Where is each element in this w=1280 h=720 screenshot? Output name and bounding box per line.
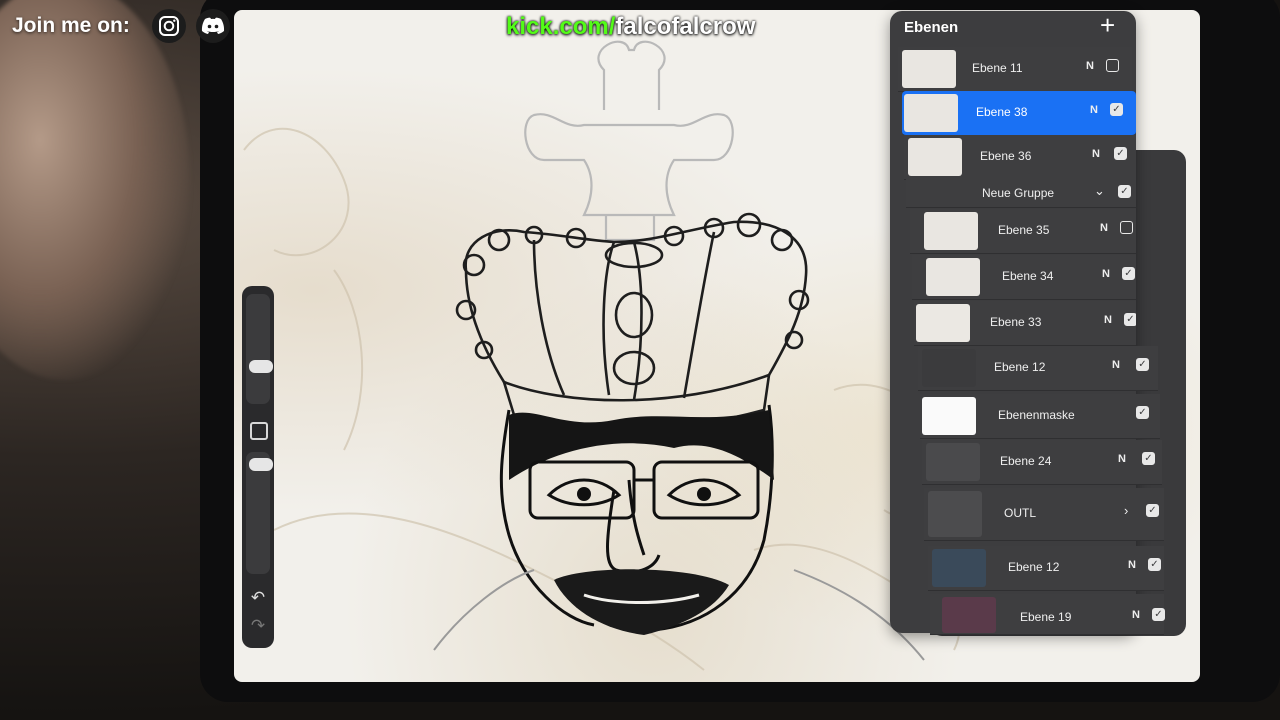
layer-group-row[interactable]: OUTL › ✓ xyxy=(924,488,1164,541)
layers-panel-lower: Ebene 12 N ✓ Ebenenmaske ✓ Ebene 24 N ✓ … xyxy=(914,344,1165,635)
opacity-slider[interactable] xyxy=(246,452,273,574)
blend-mode[interactable]: N xyxy=(1112,359,1120,371)
layer-name: Ebene 11 xyxy=(972,61,1023,75)
blend-mode[interactable]: N xyxy=(1102,268,1110,280)
modify-button[interactable] xyxy=(250,422,268,440)
layer-name: Ebenenmaske xyxy=(998,408,1075,422)
layer-name: Ebene 38 xyxy=(976,105,1028,119)
layer-row[interactable]: Ebene 11 N xyxy=(898,47,1132,92)
layers-panel-title: Ebenen xyxy=(904,19,959,36)
layer-thumbnail xyxy=(904,94,958,132)
visibility-checkbox[interactable] xyxy=(1120,221,1133,234)
visibility-checkbox[interactable]: ✓ xyxy=(1136,358,1149,371)
layer-name: Ebene 34 xyxy=(1002,269,1054,283)
layer-thumbnail xyxy=(924,212,978,250)
opacity-thumb[interactable] xyxy=(249,458,273,471)
visibility-checkbox[interactable]: ✓ xyxy=(1124,313,1136,326)
layer-row-selected[interactable]: Ebene 38 N ✓ xyxy=(902,91,1136,136)
layer-row[interactable]: Ebene 35 N xyxy=(910,209,1136,254)
visibility-checkbox[interactable]: ✓ xyxy=(1148,558,1161,571)
layer-thumbnail xyxy=(902,50,956,88)
layer-thumbnail xyxy=(922,349,976,387)
layer-thumbnail xyxy=(942,597,996,633)
layer-name: Ebene 35 xyxy=(998,223,1050,237)
visibility-checkbox[interactable]: ✓ xyxy=(1122,267,1135,280)
undo-icon[interactable]: ↶ xyxy=(248,588,268,608)
layer-row[interactable]: Ebene 12 N ✓ xyxy=(928,546,1164,591)
layer-row[interactable]: Ebene 24 N ✓ xyxy=(922,440,1162,485)
visibility-checkbox[interactable]: ✓ xyxy=(1118,185,1131,198)
layer-thumbnail xyxy=(926,258,980,296)
layer-row[interactable]: Ebene 34 N ✓ xyxy=(912,255,1136,300)
visibility-checkbox[interactable]: ✓ xyxy=(1114,147,1127,160)
layer-thumbnail xyxy=(916,304,970,342)
visibility-checkbox[interactable]: ✓ xyxy=(1142,452,1155,465)
group-name: OUTL xyxy=(1004,506,1037,520)
visibility-checkbox[interactable]: ✓ xyxy=(1146,504,1159,517)
add-layer-icon[interactable]: + xyxy=(1100,11,1115,39)
kick-domain: kick.com/ xyxy=(506,13,616,40)
join-me-text: Join me on: xyxy=(12,14,130,37)
visibility-checkbox[interactable] xyxy=(1106,59,1119,72)
chevron-down-icon[interactable]: ⌄ xyxy=(1094,183,1105,199)
kick-channel-link: kick.com/falcofalcrow xyxy=(506,13,755,41)
visibility-checkbox[interactable]: ✓ xyxy=(1152,608,1165,621)
layer-thumbnail xyxy=(922,397,976,435)
blend-mode[interactable]: N xyxy=(1086,60,1094,72)
layer-row[interactable]: Ebene 12 N ✓ xyxy=(918,346,1158,391)
blend-mode[interactable]: N xyxy=(1092,148,1100,160)
blend-mode[interactable]: N xyxy=(1128,559,1136,571)
redo-icon[interactable]: ↷ xyxy=(248,616,268,636)
layer-name: Ebene 19 xyxy=(1020,610,1072,624)
side-toolbar: ↶ ↷ xyxy=(242,286,274,648)
layer-thumbnail xyxy=(932,549,986,587)
layer-name: Ebene 12 xyxy=(994,360,1046,374)
layer-row[interactable]: Ebene 33 N ✓ xyxy=(914,301,1136,346)
instagram-icon xyxy=(152,9,186,43)
layer-name: Ebene 12 xyxy=(1008,560,1060,574)
group-thumbnail xyxy=(928,491,982,537)
blend-mode[interactable]: N xyxy=(1104,314,1112,326)
group-name: Neue Gruppe xyxy=(982,186,1055,200)
blend-mode[interactable]: N xyxy=(1090,104,1098,116)
layer-group-row[interactable]: Neue Gruppe ⌄ ✓ xyxy=(906,179,1136,208)
layer-thumbnail xyxy=(908,138,962,176)
layer-name: Ebene 36 xyxy=(980,149,1032,163)
layer-row[interactable]: Ebene 36 N ✓ xyxy=(904,135,1136,180)
chevron-right-icon[interactable]: › xyxy=(1124,503,1128,518)
brush-size-slider[interactable] xyxy=(246,294,273,404)
visibility-checkbox[interactable]: ✓ xyxy=(1110,103,1123,116)
layer-thumbnail xyxy=(926,443,980,481)
blend-mode[interactable]: N xyxy=(1132,609,1140,621)
kick-username: falcofalcrow xyxy=(615,13,756,40)
layer-mask-row[interactable]: Ebenenmaske ✓ xyxy=(920,394,1160,439)
layer-name: Ebene 24 xyxy=(1000,454,1052,468)
layer-row[interactable]: Ebene 19 N ✓ xyxy=(930,594,1165,635)
brush-size-thumb[interactable] xyxy=(249,360,273,373)
layer-name: Ebene 33 xyxy=(990,315,1042,329)
blend-mode[interactable]: N xyxy=(1100,222,1108,234)
blend-mode[interactable]: N xyxy=(1118,453,1126,465)
visibility-checkbox[interactable]: ✓ xyxy=(1136,406,1149,419)
discord-icon xyxy=(196,9,230,43)
